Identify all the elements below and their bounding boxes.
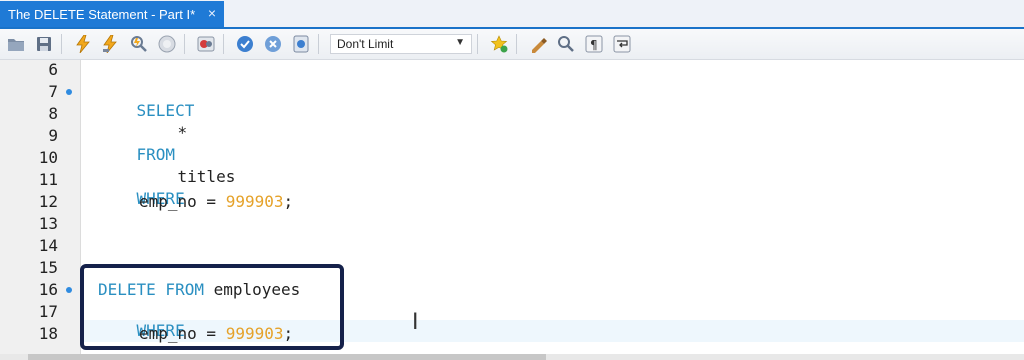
statement-marker-dot[interactable] <box>66 89 72 95</box>
tab-title: The DELETE Statement - Part I* <box>8 6 196 22</box>
line-number: 17 <box>38 302 58 321</box>
svg-text:¶: ¶ <box>590 38 598 52</box>
toolbar-separator <box>516 34 517 54</box>
line-number: 9 <box>48 126 58 145</box>
autocommit-icon[interactable] <box>291 34 311 54</box>
limit-rows-value: Don't Limit <box>337 37 394 51</box>
line-number: 6 <box>48 60 58 79</box>
line-number: 14 <box>38 236 58 255</box>
line-number-gutter: 6 7 8 9 10 11 12 13 14 15 16 17 18 <box>0 60 81 355</box>
execute-icon[interactable] <box>73 34 93 54</box>
open-folder-icon[interactable] <box>6 34 26 54</box>
line-number: 12 <box>38 192 58 211</box>
horizontal-scrollbar[interactable] <box>0 354 1024 360</box>
toggle-error-icon[interactable] <box>196 34 216 54</box>
close-tab-icon[interactable]: × <box>208 5 216 21</box>
beautify-icon[interactable] <box>528 34 548 54</box>
execute-selection-icon[interactable] <box>101 34 121 54</box>
sql-identifier: emp_no = <box>139 192 226 211</box>
chevron-down-icon: ▼ <box>455 37 465 48</box>
limit-rows-dropdown[interactable]: Don't Limit ▼ <box>330 34 472 54</box>
save-icon[interactable] <box>34 34 54 54</box>
sql-identifier: * <box>177 123 188 142</box>
tab-strip: The DELETE Statement - Part I* × <box>0 0 1024 29</box>
line-number: 10 <box>38 148 58 167</box>
stop-icon[interactable] <box>157 34 177 54</box>
sql-number: 999903 <box>225 192 284 211</box>
toolbar-separator <box>184 34 185 54</box>
explain-icon[interactable] <box>129 34 149 54</box>
commit-icon[interactable] <box>235 34 255 54</box>
sql-identifier: titles <box>177 167 236 186</box>
line-number: 7 <box>48 82 58 101</box>
invisible-chars-icon[interactable]: ¶ <box>584 34 604 54</box>
text-cursor-icon: I <box>412 310 419 335</box>
toolbar-separator <box>223 34 224 54</box>
add-snippet-icon[interactable] <box>489 34 509 54</box>
toolbar-separator <box>61 34 62 54</box>
find-icon[interactable] <box>556 34 576 54</box>
sql-semicolon: ; <box>283 192 294 211</box>
code-line-12: emp_no = 999903; <box>139 192 293 211</box>
word-wrap-icon[interactable] <box>612 34 632 54</box>
statement-marker-dot[interactable] <box>66 287 72 293</box>
toolbar-separator <box>477 34 478 54</box>
line-number: 11 <box>38 170 58 189</box>
rollback-icon[interactable] <box>263 34 283 54</box>
sql-editor-toolbar: Don't Limit ▼ ¶ <box>0 29 1024 60</box>
line-number: 16 <box>38 280 58 299</box>
line-number: 18 <box>38 324 58 343</box>
tab-delete-statement[interactable]: The DELETE Statement - Part I* × <box>0 1 224 27</box>
scrollbar-thumb[interactable] <box>28 354 546 360</box>
toolbar-separator <box>318 34 319 54</box>
line-number: 8 <box>48 104 58 123</box>
annotation-highlight-box <box>80 264 344 350</box>
line-number: 15 <box>38 258 58 277</box>
line-number: 13 <box>38 214 58 233</box>
